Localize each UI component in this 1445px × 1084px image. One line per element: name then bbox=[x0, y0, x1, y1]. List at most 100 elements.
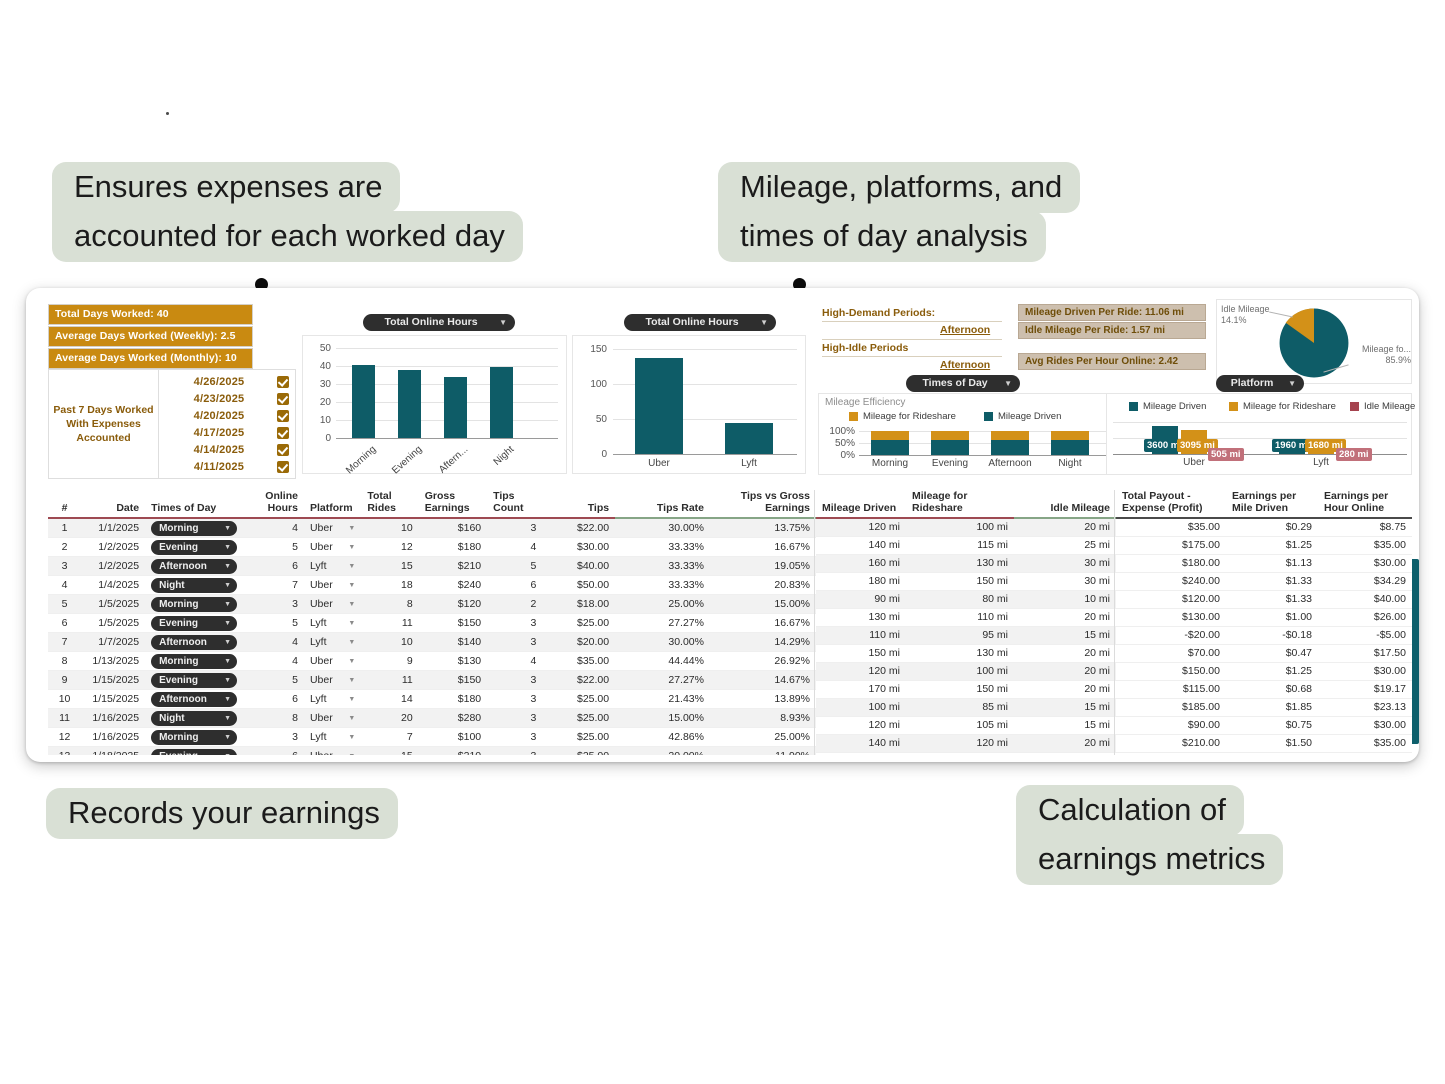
col-idle-mileage[interactable]: Idle Mileage bbox=[1014, 490, 1116, 520]
bar-night[interactable] bbox=[490, 367, 513, 438]
table-row[interactable]: 180 mi 150 mi 30 mi bbox=[816, 572, 1116, 591]
table-row[interactable]: $240.00 $1.33 $34.29 bbox=[1116, 572, 1412, 591]
table-row[interactable]: 6 1/5/2025 Evening ▼ 5 Lyft ▼ 11 $150 3 $25.00 27.2… bbox=[48, 613, 816, 634]
stack-rideshare-night[interactable] bbox=[1051, 431, 1089, 440]
cell-platform[interactable]: Uber ▼ bbox=[303, 708, 362, 729]
legend-mileage-for-rideshare[interactable]: Mileage for Rideshare bbox=[849, 411, 956, 422]
cell-times-of-day[interactable]: Evening▼ bbox=[145, 537, 252, 558]
table-row[interactable]: 140 mi 120 mi 20 mi bbox=[816, 734, 1116, 753]
col-total-payout[interactable]: Total Payout - Expense (Profit) bbox=[1116, 490, 1226, 520]
stack-driven-morning[interactable] bbox=[871, 440, 909, 455]
table-row[interactable]: 120 mi 100 mi 20 mi bbox=[816, 662, 1116, 681]
table-row[interactable]: 5 1/5/2025 Morning ▼ 3 Uber ▼ 8 $120 2 $18.00 25.00… bbox=[48, 594, 816, 615]
cell-platform[interactable]: Uber ▼ bbox=[303, 594, 362, 615]
legend-mileage-driven[interactable]: Mileage Driven bbox=[984, 411, 1061, 422]
cell-times-of-day[interactable]: Morning ▼ bbox=[145, 727, 252, 748]
table-row[interactable]: 100 mi 85 mi 15 mi bbox=[816, 698, 1116, 717]
col-earnings-per-hour[interactable]: Earnings per Hour Online bbox=[1318, 490, 1412, 520]
checkbox-checked-icon[interactable] bbox=[277, 443, 289, 456]
table-row[interactable]: 4 1/4/2025 Night ▼ 7 Uber ▼ 18 $240 6 $50.00 33.33%… bbox=[48, 575, 816, 596]
table-row[interactable]: 1 1/1/2025 Morning ▼ 4 Uber ▼ 10 $160 3 $22.00 30.0… bbox=[48, 518, 816, 539]
table-row[interactable]: 140 mi 115 mi 25 mi bbox=[816, 536, 1116, 555]
cell-platform[interactable]: Lyft ▼ bbox=[303, 556, 362, 577]
checkbox-checked-icon[interactable] bbox=[277, 392, 289, 405]
col-online-hours[interactable]: Online Hours bbox=[251, 490, 304, 520]
col-gross-earnings[interactable]: Gross Earnings bbox=[418, 490, 488, 520]
high-idle-value[interactable]: Afternoon bbox=[940, 359, 990, 371]
table-row[interactable]: 170 mi 150 mi 20 mi bbox=[816, 680, 1116, 699]
table-row[interactable]: 130 mi 110 mi 20 mi bbox=[816, 608, 1116, 627]
col-tips-count[interactable]: Tips Count bbox=[487, 490, 543, 520]
table-row[interactable]: $120.00 $1.33 $40.00 bbox=[1116, 590, 1412, 609]
col-mileage-rideshare[interactable]: Mileage for Rideshare bbox=[906, 490, 1014, 520]
stack-rideshare-evening[interactable] bbox=[931, 431, 969, 440]
table-row[interactable]: 12 1/16/2025 Morning ▼ 3 Lyft ▼ 7 $100 3 $25.00 42.… bbox=[48, 727, 816, 748]
checkbox-checked-icon[interactable] bbox=[277, 426, 289, 439]
col-num[interactable]: # bbox=[48, 490, 82, 520]
col-tips-rate[interactable]: Tips Rate bbox=[615, 490, 710, 520]
cell-times-of-day[interactable]: Evening▼ bbox=[145, 746, 252, 755]
cell-platform[interactable]: Uber ▼ bbox=[303, 651, 362, 672]
col-tips-vs-gross[interactable]: Tips vs Gross Earnings bbox=[710, 490, 816, 520]
stack-rideshare-afternoon[interactable] bbox=[991, 431, 1029, 440]
table-row[interactable]: 10 1/15/2025 Afternoon ▼ 6 Lyft ▼ 14 $180 3 $25.00… bbox=[48, 689, 816, 710]
legend-mileage-driven[interactable]: Mileage Driven bbox=[1129, 401, 1206, 412]
table-row[interactable]: $180.00 $1.13 $30.00 bbox=[1116, 554, 1412, 573]
table-row[interactable]: $185.00 $1.85 $23.13 bbox=[1116, 698, 1412, 717]
cell-platform[interactable]: Uber ▼ bbox=[303, 746, 362, 755]
stack-rideshare-morning[interactable] bbox=[871, 431, 909, 440]
col-mileage-driven[interactable]: Mileage Driven bbox=[816, 490, 906, 520]
cell-times-of-day[interactable]: Afternoon ▼ bbox=[145, 556, 252, 577]
cell-platform[interactable]: Uber ▼ bbox=[303, 518, 362, 539]
cell-times-of-day[interactable]: Afternoon ▼ bbox=[145, 632, 252, 653]
slicer-times-of-day[interactable]: Times of Day ▼ bbox=[906, 375, 1020, 392]
stack-driven-afternoon[interactable] bbox=[991, 440, 1029, 455]
table-row[interactable]: $90.00 $0.75 $30.00 bbox=[1116, 716, 1412, 735]
table-row[interactable]: 150 mi 130 mi 20 mi bbox=[816, 644, 1116, 663]
table-row[interactable]: $35.00 $0.29 $8.75 bbox=[1116, 518, 1412, 537]
col-total-rides[interactable]: Total Rides bbox=[361, 490, 419, 520]
cell-platform[interactable]: Uber ▼ bbox=[303, 575, 362, 596]
table-row[interactable]: 8 1/13/2025 Morning ▼ 4 Uber ▼ 9 $130 4 $35.00 44.4… bbox=[48, 651, 816, 672]
cell-times-of-day[interactable]: Morning ▼ bbox=[145, 651, 252, 672]
table-row[interactable]: 160 mi 130 mi 30 mi bbox=[816, 554, 1116, 573]
checkbox-checked-icon[interactable] bbox=[277, 409, 289, 422]
cell-platform[interactable]: Lyft ▼ bbox=[303, 613, 362, 634]
table-row[interactable]: $210.00 $1.50 $35.00 bbox=[1116, 734, 1412, 753]
bar-uber[interactable] bbox=[635, 358, 683, 454]
table-row[interactable]: 2 1/2/2025 Evening ▼ 5 Uber ▼ 12 $180 4 $30.00 33.3… bbox=[48, 537, 816, 558]
table-row[interactable]: 120 mi 100 mi 20 mi bbox=[816, 518, 1116, 537]
cell-times-of-day[interactable]: Night ▼ bbox=[145, 575, 252, 596]
earnings-data-table[interactable]: # Date Times of Day Online Hours Platfor… bbox=[48, 490, 1412, 755]
cell-times-of-day[interactable]: Afternoon ▼ bbox=[145, 689, 252, 710]
checkbox-checked-icon[interactable] bbox=[277, 375, 289, 388]
table-row[interactable]: $70.00 $0.47 $17.50 bbox=[1116, 644, 1412, 663]
bar-lyft[interactable] bbox=[725, 423, 773, 454]
cell-times-of-day[interactable]: Morning ▼ bbox=[145, 594, 252, 615]
stack-driven-evening[interactable] bbox=[931, 440, 969, 455]
cell-times-of-day[interactable]: Morning ▼ bbox=[145, 518, 252, 539]
slicer-total-online-hours-time[interactable]: Total Online Hours ▼ bbox=[363, 314, 515, 331]
table-row[interactable]: 110 mi 95 mi 15 mi bbox=[816, 626, 1116, 645]
col-platform[interactable]: Platform bbox=[303, 490, 362, 520]
col-earnings-per-mile[interactable]: Earnings per Mile Driven bbox=[1226, 490, 1318, 520]
cell-platform[interactable]: Uber ▼ bbox=[303, 670, 362, 691]
table-row[interactable]: 131/18/2025Evening▼6Uber▼15$2103$25.0020… bbox=[48, 746, 816, 755]
table-row[interactable]: $130.00 $1.00 $26.00 bbox=[1116, 608, 1412, 627]
col-date[interactable]: Date bbox=[81, 490, 146, 520]
table-row[interactable]: 9 1/15/2025 Evening ▼ 5 Uber ▼ 11 $150 3 $22.00 27.… bbox=[48, 670, 816, 691]
legend-idle-mileage[interactable]: Idle Mileage bbox=[1350, 401, 1415, 412]
slicer-total-online-hours-platform[interactable]: Total Online Hours ▼ bbox=[624, 314, 776, 331]
table-row[interactable]: 90 mi 80 mi 10 mi bbox=[816, 590, 1116, 609]
cell-platform[interactable]: Uber ▼ bbox=[303, 537, 362, 558]
bar-afternoon[interactable] bbox=[444, 377, 467, 438]
col-tips[interactable]: Tips bbox=[542, 490, 616, 520]
cell-platform[interactable]: Lyft ▼ bbox=[303, 727, 362, 748]
table-row[interactable]: $175.00 $1.25 $35.00 bbox=[1116, 536, 1412, 555]
cell-platform[interactable]: Lyft ▼ bbox=[303, 632, 362, 653]
high-demand-value[interactable]: Afternoon bbox=[940, 324, 990, 336]
cell-times-of-day[interactable]: Evening▼ bbox=[145, 613, 252, 634]
table-row[interactable]: -$20.00 -$0.18 -$5.00 bbox=[1116, 626, 1412, 645]
table-row[interactable]: 7 1/7/2025 Afternoon ▼ 4 Lyft ▼ 10 $140 3 $20.00 30… bbox=[48, 632, 816, 653]
stack-driven-night[interactable] bbox=[1051, 440, 1089, 455]
